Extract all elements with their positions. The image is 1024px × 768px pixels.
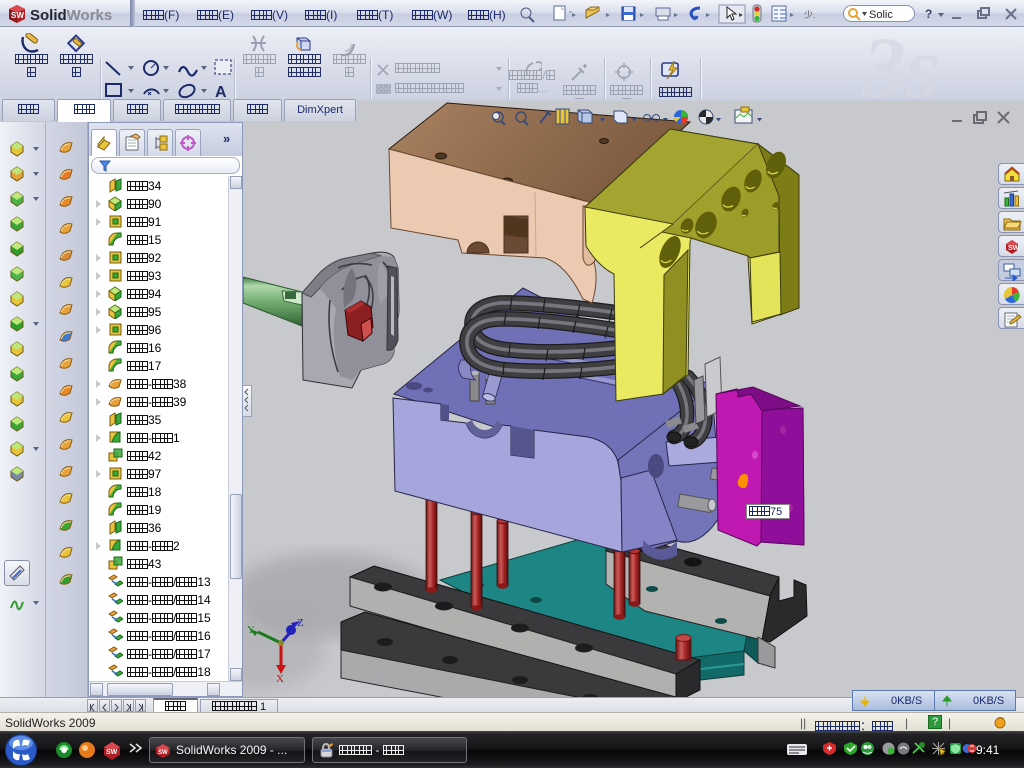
svg-text:SW: SW (158, 750, 168, 756)
svg-text:X: X (276, 673, 284, 685)
svg-text:SW: SW (106, 749, 118, 756)
svg-text:SolidWorks: SolidWorks (30, 7, 112, 24)
svg-text:Y: Y (247, 624, 255, 636)
svg-text:Z: Z (297, 617, 304, 629)
svg-text:少..: 少.. (804, 10, 816, 20)
svg-text:SW: SW (11, 11, 24, 20)
svg-text:SW: SW (1008, 245, 1020, 252)
